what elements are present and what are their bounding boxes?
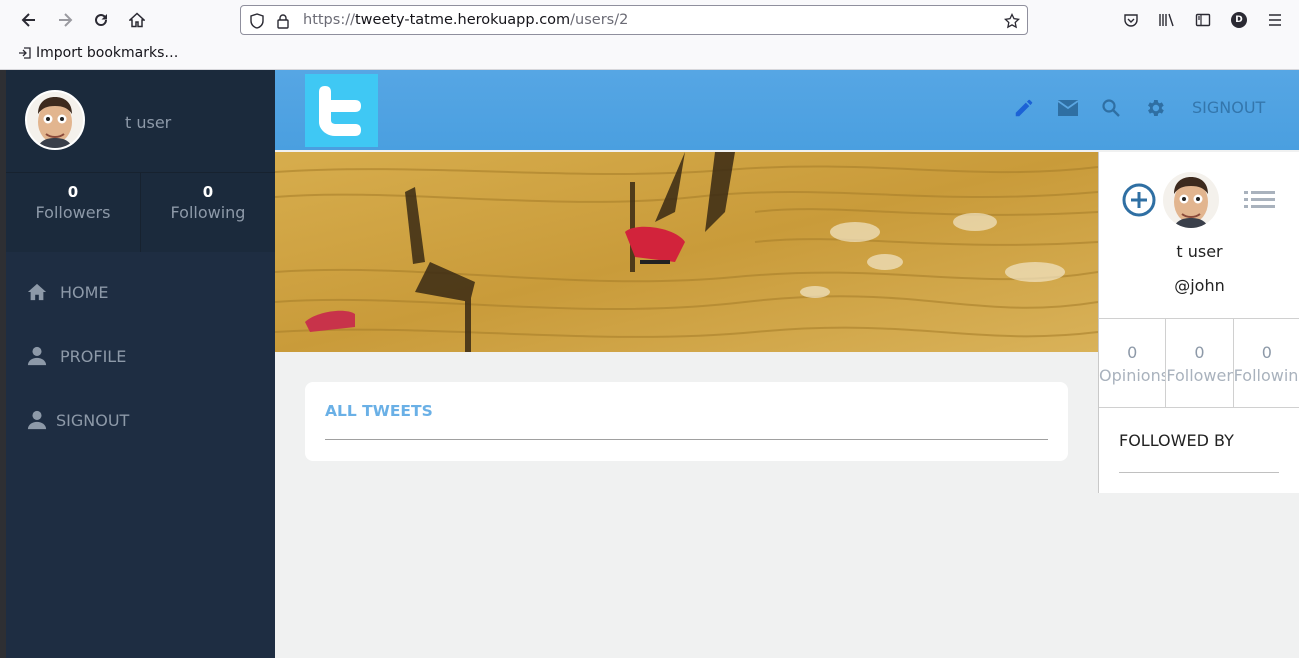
divider bbox=[325, 439, 1048, 440]
forward-arrow-icon bbox=[59, 13, 73, 27]
reload-icon bbox=[95, 14, 107, 26]
followers-label: Followers bbox=[1166, 366, 1233, 385]
back-button[interactable] bbox=[17, 8, 41, 32]
twitter-logo[interactable] bbox=[305, 74, 378, 147]
cover-image bbox=[275, 152, 1098, 352]
back-arrow-icon bbox=[21, 13, 35, 27]
followers-stat[interactable]: 0 Followers bbox=[6, 173, 141, 252]
user-face-image bbox=[27, 92, 83, 148]
profile-name: t user bbox=[1176, 242, 1223, 261]
sidebar-item-label: SIGNOUT bbox=[56, 410, 130, 430]
forward-button[interactable] bbox=[53, 8, 77, 32]
followers-count: 0 bbox=[67, 183, 79, 201]
avatar[interactable] bbox=[1161, 170, 1221, 230]
reload-button[interactable] bbox=[89, 8, 113, 32]
user-face-image bbox=[1163, 172, 1219, 228]
tweets-card: ALL TWEETS bbox=[305, 382, 1068, 461]
menu-icon[interactable] bbox=[1264, 9, 1286, 31]
sidebar-toggle-icon[interactable] bbox=[1192, 9, 1214, 31]
sidebar-username: t user bbox=[125, 113, 172, 132]
shield-icon[interactable] bbox=[248, 12, 266, 30]
person-icon bbox=[27, 346, 47, 366]
opinions-stat[interactable]: 0 Opinions bbox=[1099, 319, 1167, 407]
followers-label: Followers bbox=[35, 203, 111, 222]
followed-by-heading: FOLLOWED BY bbox=[1119, 431, 1234, 450]
lock-icon[interactable] bbox=[274, 12, 292, 30]
cover-photo bbox=[275, 152, 1098, 352]
sidebar-item-signout[interactable]: SIGNOUT bbox=[26, 410, 129, 430]
followers-count: 0 bbox=[1194, 343, 1205, 362]
search-icon[interactable] bbox=[1099, 96, 1123, 120]
all-tweets-title: ALL TWEETS bbox=[325, 402, 433, 420]
followers-stat[interactable]: 0 Followers bbox=[1166, 319, 1234, 407]
opinions-count: 0 bbox=[1127, 343, 1138, 362]
divider bbox=[1119, 472, 1279, 473]
star-icon[interactable] bbox=[1003, 12, 1021, 30]
opinions-label: Opinions bbox=[1099, 366, 1167, 385]
plus-circle-icon bbox=[1122, 183, 1156, 217]
url-text[interactable]: https://tweety-tatme.herokuapp.com/users… bbox=[303, 12, 628, 28]
pocket-icon[interactable] bbox=[1120, 9, 1142, 31]
follow-button[interactable] bbox=[1121, 182, 1157, 222]
mail-icon[interactable] bbox=[1056, 96, 1080, 120]
sidebar-profile-header: t user bbox=[6, 70, 275, 172]
following-stat[interactable]: 0 Following bbox=[141, 173, 275, 252]
twitter-t-icon bbox=[318, 85, 361, 136]
home-icon bbox=[27, 283, 47, 301]
app-header: SIGNOUT bbox=[275, 70, 1299, 150]
sidebar-stats: 0 Followers 0 Following bbox=[6, 172, 275, 252]
sidebar: t user 0 Followers 0 Following HOME PROF… bbox=[6, 70, 275, 658]
import-icon bbox=[19, 47, 31, 59]
following-stat[interactable]: 0 Following bbox=[1234, 319, 1299, 407]
pencil-icon[interactable] bbox=[1012, 96, 1036, 120]
sidebar-item-label: HOME bbox=[60, 282, 109, 302]
header-signout-link[interactable]: SIGNOUT bbox=[1192, 98, 1265, 117]
following-label: Following bbox=[170, 203, 246, 222]
library-icon[interactable] bbox=[1156, 9, 1178, 31]
home-outline-icon bbox=[129, 12, 145, 28]
import-bookmarks-link[interactable]: Import bookmarks… bbox=[18, 45, 178, 61]
following-label: Following bbox=[1233, 366, 1299, 385]
gear-icon[interactable] bbox=[1143, 96, 1167, 120]
profile-handle: @john bbox=[1174, 276, 1225, 295]
sidebar-item-home[interactable]: HOME bbox=[26, 282, 109, 302]
import-bookmarks-label: Import bookmarks… bbox=[36, 45, 179, 61]
avatar[interactable] bbox=[25, 90, 85, 150]
profile-panel: t user @john 0 Opinions 0 Followers 0 Fo… bbox=[1098, 152, 1299, 493]
browser-toolbar: https://tweety-tatme.herokuapp.com/users… bbox=[0, 0, 1299, 70]
account-avatar: D bbox=[1231, 12, 1247, 28]
sidebar-item-profile[interactable]: PROFILE bbox=[26, 346, 126, 366]
following-count: 0 bbox=[202, 183, 214, 201]
following-count: 0 bbox=[1261, 343, 1272, 362]
person-icon bbox=[27, 410, 47, 430]
address-bar[interactable]: https://tweety-tatme.herokuapp.com/users… bbox=[240, 5, 1028, 35]
home-button[interactable] bbox=[125, 8, 149, 32]
profile-stats: 0 Opinions 0 Followers 0 Following bbox=[1099, 318, 1299, 408]
sidebar-item-label: PROFILE bbox=[60, 346, 127, 366]
list-icon[interactable] bbox=[1244, 189, 1276, 215]
account-button[interactable]: D bbox=[1228, 9, 1250, 31]
